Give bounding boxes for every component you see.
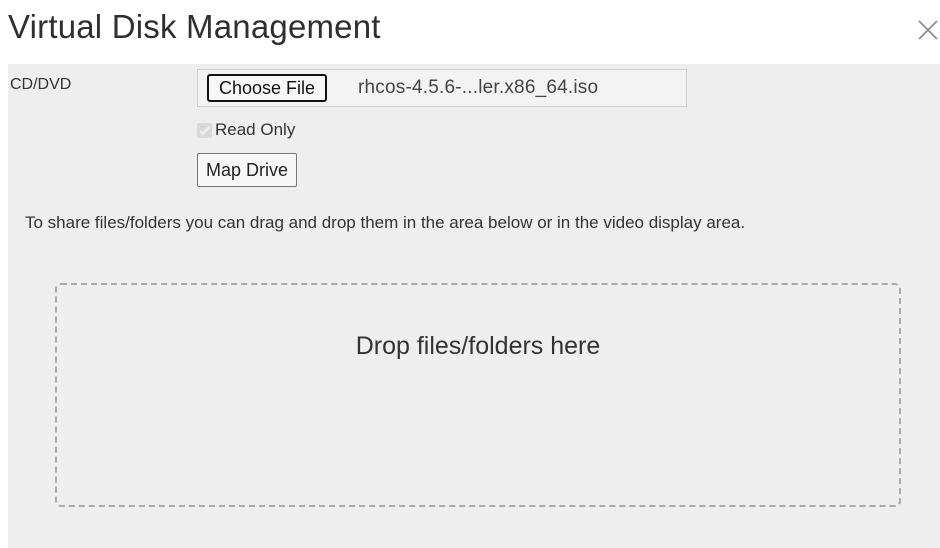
- drop-zone-label: Drop files/folders here: [355, 332, 601, 360]
- read-only-checkbox: [197, 122, 212, 138]
- cd-dvd-label: CD/DVD: [10, 76, 72, 93]
- file-input[interactable]: Choose File rhcos-4.5.6-...ler.x86_64.is…: [197, 69, 687, 107]
- selected-file-name: rhcos-4.5.6-...ler.x86_64.iso: [358, 77, 599, 98]
- read-only-option: Read Only: [197, 120, 295, 140]
- dialog-body: CD/DVD Choose File rhcos-4.5.6-...ler.x8…: [8, 64, 940, 548]
- map-drive-button[interactable]: Map Drive: [197, 153, 298, 187]
- share-instructions: To share files/folders you can drag and …: [25, 213, 746, 232]
- choose-file-button[interactable]: Choose File: [207, 74, 328, 102]
- checkmark-icon: [199, 125, 210, 135]
- close-icon[interactable]: [916, 18, 940, 42]
- dialog-title: Virtual Disk Management: [8, 8, 381, 45]
- dialog-header: Virtual Disk Management: [0, 0, 940, 64]
- drop-zone[interactable]: Drop files/folders here: [55, 283, 901, 507]
- read-only-label: Read Only: [215, 120, 296, 139]
